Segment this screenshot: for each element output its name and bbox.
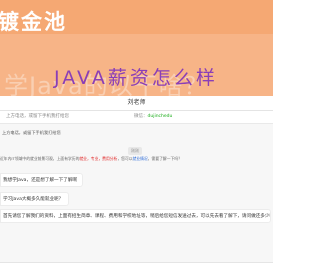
- brand-logo: 镀金池: [0, 10, 67, 34]
- wechat-id: dujinchedu: [147, 114, 173, 119]
- wechat-label: 微信：: [134, 114, 148, 119]
- system-message-text: ，您可以: [117, 156, 133, 161]
- message-input-bar[interactable]: [0, 262, 273, 275]
- system-message-text: ，需要了解一下吗？: [147, 156, 182, 161]
- system-message-text: 近年内IT领域中的就业前景可观，上面有学历的: [0, 156, 80, 161]
- phone-hint[interactable]: 上方电话，或留下手机我打给您: [6, 111, 69, 123]
- chat-window: 刘老师 上方电话，或留下手机我打给您 微信：dujinchedu 上方电话，或留…: [0, 96, 273, 275]
- chat-bubble: 首先请您了解我们的资料，上面有招生简章、课程、费用和学校地址等，稍后给您短信发送…: [0, 209, 271, 223]
- headline: JAVA薪资怎么样: [54, 67, 218, 89]
- system-message-link[interactable]: 就业情况: [133, 156, 148, 161]
- chat-bubble: 学习Java大概多久能就业呢？: [0, 192, 70, 206]
- system-message-highlight[interactable]: 就业，专业，费用分析: [79, 156, 117, 161]
- message-timestamp: 刚刚: [128, 147, 142, 155]
- wechat-contact[interactable]: 微信：dujinchedu: [134, 111, 172, 123]
- contact-bar: 上方电话，或留下手机我打给您 微信：dujinchedu: [0, 111, 273, 124]
- system-message: 近年内IT领域中的就业前景可观，上面有学历的就业，专业，费用分析，您可以就业情况…: [0, 156, 220, 162]
- chat-tip-text: 上方电话，或留下手机我打给您: [2, 130, 61, 135]
- chat-bubble: 我想学Java，还是想了解一下了解啊: [0, 173, 84, 187]
- chat-header: 刘老师: [0, 96, 273, 111]
- chat-title: 刘老师: [127, 99, 146, 106]
- chat-tip: 上方电话，或留下手机我打给您: [0, 128, 273, 138]
- banner: 镀金池 学Java的以干啥？ JAVA薪资怎么样: [0, 0, 273, 96]
